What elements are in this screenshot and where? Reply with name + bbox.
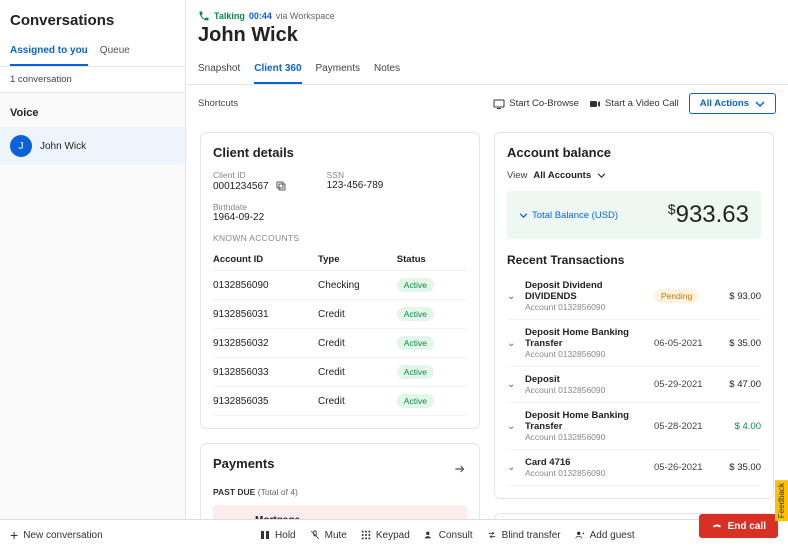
balance-card: Account balance View All Accounts Total …	[494, 132, 774, 499]
phone-hangup-icon	[711, 520, 723, 532]
chevron-down-icon[interactable]: ⌄	[507, 291, 519, 302]
birthdate-label: Birthdate	[213, 202, 264, 212]
recent-tx-label: Recent Transactions	[507, 253, 761, 267]
client-id-label: Client ID	[213, 170, 287, 180]
video-button[interactable]: Start a Video Call	[589, 98, 679, 109]
tab-assigned[interactable]: Assigned to you	[10, 39, 88, 66]
known-accounts-label: KNOWN ACCOUNTS	[213, 233, 467, 243]
sidebar-title: Conversations	[0, 0, 185, 39]
chevron-down-icon[interactable]: ⌄	[507, 379, 519, 390]
tab-notes[interactable]: Notes	[374, 57, 400, 84]
people-icon	[424, 530, 434, 540]
sidebar-tabs: Assigned to you Queue	[0, 39, 185, 67]
conversation-item[interactable]: J John Wick	[0, 127, 185, 165]
transaction-row[interactable]: ⌄ Deposit Home Banking TransferAccount 0…	[507, 320, 761, 367]
cobrowse-button[interactable]: Start Co-Browse	[493, 98, 579, 109]
end-call-button[interactable]: End call	[699, 514, 778, 538]
contact-name: John Wick	[186, 22, 788, 57]
video-icon	[589, 99, 601, 109]
arrow-right-icon[interactable]	[453, 463, 467, 475]
mute-button[interactable]: Mute	[310, 530, 347, 541]
copy-icon[interactable]	[275, 180, 287, 192]
chevron-down-icon[interactable]: ⌄	[507, 338, 519, 349]
chevron-down-icon	[519, 213, 528, 218]
call-state: Talking	[214, 11, 245, 21]
table-row[interactable]: 9132856031CreditActive	[213, 300, 467, 329]
payments-title: Payments	[213, 456, 274, 471]
tab-snapshot[interactable]: Snapshot	[198, 57, 240, 84]
transaction-row[interactable]: ⌄ Card 4716Account 0132856090 05-26-2021…	[507, 450, 761, 486]
col-account-type: Type	[318, 249, 397, 271]
chevron-down-icon	[597, 173, 606, 178]
payments-card: Payments PAST DUE (Total of 4) Mortgage …	[200, 443, 480, 519]
conversation-count: 1 conversation	[0, 67, 185, 93]
feedback-tab[interactable]: Feedback	[775, 480, 788, 521]
ssn-value: 123-456-789	[327, 180, 384, 191]
transaction-row[interactable]: ⌄ Deposit Dividend DIVIDENDSAccount 0132…	[507, 273, 761, 320]
total-balance-label[interactable]: Total Balance (USD)	[519, 210, 618, 221]
chevron-down-icon[interactable]: ⌄	[507, 462, 519, 473]
balance-view-selector[interactable]: View All Accounts	[507, 170, 761, 181]
pause-icon	[260, 530, 270, 540]
col-account-id: Account ID	[213, 249, 318, 271]
total-balance-amount: $933.63	[668, 201, 749, 229]
pastdue-label: PAST DUE (Total of 4)	[213, 487, 467, 497]
client-details-card: Client details Client ID 0001234567 SSN …	[200, 132, 480, 429]
col-account-status: Status	[397, 249, 467, 271]
keypad-button[interactable]: Keypad	[361, 530, 410, 541]
table-row[interactable]: 9132856033CreditActive	[213, 358, 467, 387]
accounts-table: Account ID Type Status 0132856090Checkin…	[213, 249, 467, 416]
transaction-row[interactable]: ⌄ DepositAccount 0132856090 05-29-2021 $…	[507, 367, 761, 403]
client-details-title: Client details	[213, 145, 467, 160]
client-id-value: 0001234567	[213, 181, 269, 192]
call-status: Talking 00:44 via Workspace	[186, 0, 788, 22]
table-row[interactable]: 9132856035CreditActive	[213, 387, 467, 416]
tab-payments[interactable]: Payments	[316, 57, 360, 84]
conversation-name: John Wick	[40, 141, 86, 152]
main-tabs: Snapshot Client 360 Payments Notes	[186, 57, 788, 85]
add-guest-button[interactable]: Add guest	[575, 530, 635, 541]
blind-transfer-button[interactable]: Blind transfer	[487, 530, 561, 541]
new-conversation-button[interactable]: + New conversation	[10, 527, 103, 543]
call-duration: 00:44	[249, 11, 272, 21]
transaction-row[interactable]: ⌄ Deposit Home Banking TransferAccount 0…	[507, 403, 761, 450]
add-person-icon	[575, 530, 585, 540]
table-row[interactable]: 0132856090CheckingActive	[213, 271, 467, 300]
payment-item[interactable]: Mortgage Loan#1 69 days $3,563.30	[213, 505, 467, 519]
bottom-bar: + New conversation Hold Mute Keypad Cons…	[0, 519, 788, 550]
toolbar: Shortcuts Start Co-Browse Start a Video …	[186, 85, 788, 122]
chevron-down-icon[interactable]: ⌄	[507, 421, 519, 432]
call-via: via Workspace	[276, 11, 335, 21]
keypad-icon	[361, 530, 371, 540]
voice-section-label: Voice	[0, 93, 185, 127]
birthdate-value: 1964-09-22	[213, 212, 264, 223]
sidebar: Conversations Assigned to you Queue 1 co…	[0, 0, 186, 519]
avatar: J	[10, 135, 32, 157]
phone-icon	[198, 10, 210, 22]
total-balance-box: Total Balance (USD) $933.63	[507, 191, 761, 239]
all-actions-button[interactable]: All Actions	[689, 93, 776, 114]
shortcuts-label[interactable]: Shortcuts	[198, 98, 483, 109]
main-panel: Talking 00:44 via Workspace John Wick Sn…	[186, 0, 788, 519]
screen-icon	[493, 99, 505, 109]
table-row[interactable]: 9132856032CreditActive	[213, 329, 467, 358]
balance-title: Account balance	[507, 145, 761, 160]
consult-button[interactable]: Consult	[424, 530, 473, 541]
hold-button[interactable]: Hold	[260, 530, 296, 541]
transfer-icon	[487, 530, 497, 540]
mic-off-icon	[310, 530, 320, 540]
ssn-label: SSN	[327, 170, 384, 180]
tab-client360[interactable]: Client 360	[254, 57, 301, 84]
chevron-down-icon	[755, 101, 765, 107]
tab-queue[interactable]: Queue	[100, 39, 130, 66]
